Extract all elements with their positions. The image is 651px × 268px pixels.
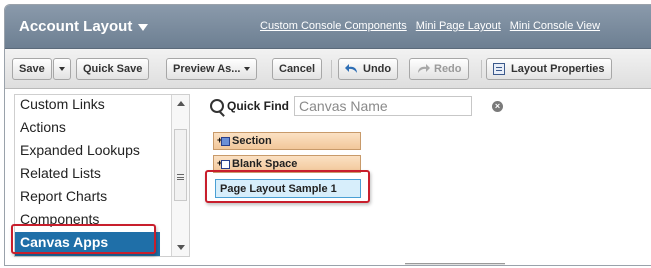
chevron-down-icon: [59, 67, 65, 71]
save-label: Save: [19, 63, 45, 75]
mini-page-layout-link[interactable]: Mini Page Layout: [416, 20, 501, 32]
layout-properties-button[interactable]: Layout Properties: [486, 58, 612, 80]
chevron-down-icon: [244, 67, 251, 71]
resize-handle[interactable]: [405, 263, 505, 265]
preview-as-button[interactable]: Preview As...: [166, 58, 258, 80]
layout-title-dropdown[interactable]: Account Layout: [19, 18, 149, 35]
redo-button[interactable]: Redo: [409, 58, 469, 80]
undo-icon: [345, 64, 357, 73]
category-report-charts[interactable]: Report Charts: [20, 188, 107, 204]
category-custom-links[interactable]: Custom Links: [20, 96, 105, 112]
category-actions[interactable]: Actions: [20, 119, 66, 135]
scroll-down-icon[interactable]: [177, 245, 185, 250]
section-icon: +: [217, 135, 230, 146]
grip-icon: [177, 174, 184, 180]
custom-console-components-link[interactable]: Custom Console Components: [260, 20, 407, 32]
chevron-down-icon: [138, 24, 149, 31]
layout-properties-label: Layout Properties: [511, 63, 605, 75]
undo-label: Undo: [363, 63, 392, 75]
palette-item-label: Section: [232, 135, 272, 147]
header-bar: Account Layout Custom Console Components…: [5, 5, 651, 49]
toolbar-divider: [331, 60, 332, 78]
canvas-item-highlight: [205, 170, 370, 203]
blank-space-icon: +: [217, 158, 230, 169]
scroll-thumb[interactable]: [174, 129, 187, 201]
category-expanded-lookups[interactable]: Expanded Lookups: [20, 142, 140, 158]
redo-label: Redo: [434, 63, 462, 75]
quick-find: Quick Find ×: [210, 96, 503, 116]
properties-icon: [493, 63, 505, 75]
search-icon: [210, 99, 224, 113]
layout-title: Account Layout: [19, 18, 133, 35]
quick-find-input[interactable]: [294, 96, 473, 116]
toolbar-divider: [481, 60, 482, 78]
category-scrollbar[interactable]: [171, 95, 189, 256]
canvas-apps-highlight: [11, 224, 156, 254]
scroll-up-icon[interactable]: [177, 101, 185, 106]
clear-search-icon[interactable]: ×: [492, 101, 503, 112]
undo-button[interactable]: Undo: [338, 58, 399, 80]
save-options-button[interactable]: [53, 58, 71, 80]
palette-item-section[interactable]: + Section: [213, 132, 361, 150]
redo-icon: [418, 64, 430, 73]
header-links: Custom Console Components Mini Page Layo…: [260, 20, 600, 32]
cancel-button[interactable]: Cancel: [272, 58, 323, 80]
toolbar: Save Quick Save Preview As... Cancel Und…: [5, 49, 651, 89]
palette-item-label: Blank Space: [232, 158, 298, 170]
cancel-label: Cancel: [279, 63, 316, 75]
mini-console-view-link[interactable]: Mini Console View: [510, 20, 600, 32]
save-button[interactable]: Save: [12, 58, 52, 80]
quick-find-label: Quick Find: [227, 99, 290, 113]
quick-save-button[interactable]: Quick Save: [76, 58, 150, 80]
category-related-lists[interactable]: Related Lists: [20, 165, 101, 181]
quick-save-label: Quick Save: [83, 63, 143, 75]
preview-as-label: Preview As...: [173, 63, 241, 75]
